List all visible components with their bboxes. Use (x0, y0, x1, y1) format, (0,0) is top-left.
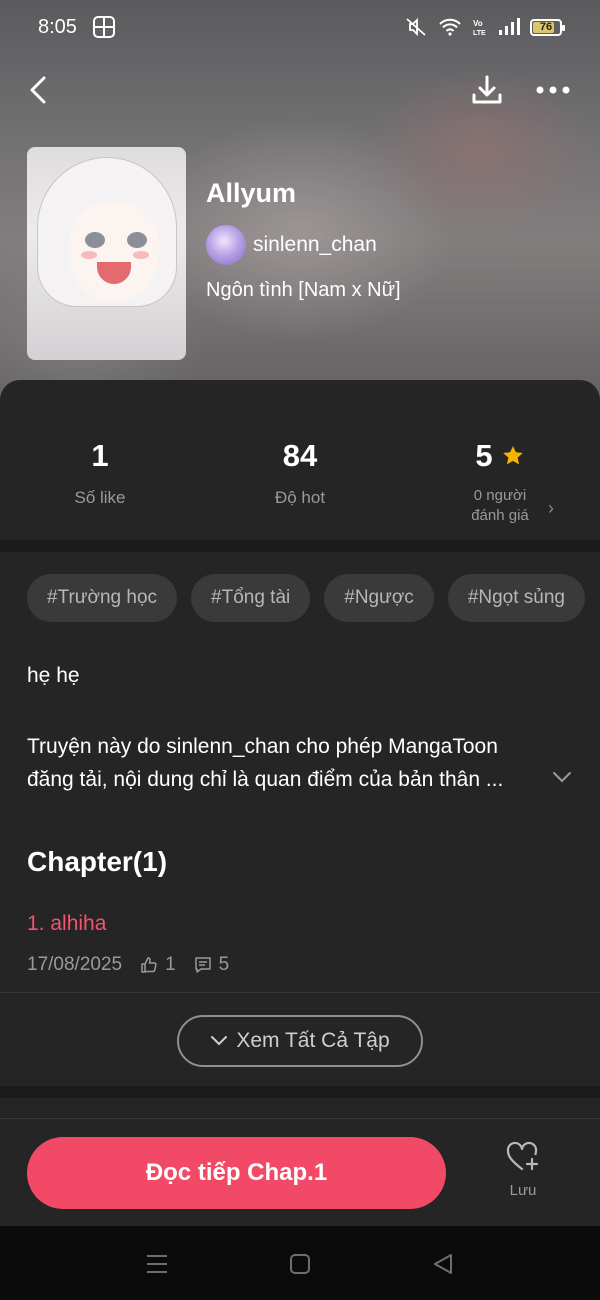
more-icon (536, 86, 570, 94)
menu-icon (147, 1255, 167, 1273)
chapter-link[interactable]: 1. alhiha (27, 912, 106, 936)
tag-chip[interactable]: #Trường học (27, 574, 178, 622)
section-divider (0, 1086, 600, 1098)
battery-level: 76 (539, 21, 553, 33)
thumbs-up-icon (141, 957, 157, 973)
back-button[interactable] (18, 68, 58, 112)
likes-value: 1 (91, 438, 109, 473)
status-time: 8:05 (38, 15, 77, 38)
detail-panel: 1 Số like 84 Độ hot 5 0 người đánh giá ›… (0, 380, 600, 1226)
likes-label: Số like (74, 488, 126, 507)
expand-description-button[interactable] (552, 770, 572, 789)
stat-rating[interactable]: 5 0 người đánh giá (400, 438, 600, 526)
hot-value: 84 (282, 438, 318, 473)
view-all-chapters-button[interactable]: Xem Tất Cả Tập (177, 1015, 423, 1067)
chapter-comments-count: 5 (218, 954, 230, 975)
bottom-bar-separator (0, 1118, 600, 1119)
avatar (206, 225, 246, 265)
tag-chip[interactable]: #Tổng tài (191, 574, 311, 622)
author-link[interactable]: sinlenn_chan (206, 225, 401, 265)
status-bar: 8:05 Vo LTE 76 (0, 0, 600, 54)
notification-grid-icon (92, 16, 115, 38)
chapter-divider (0, 992, 600, 993)
more-button[interactable] (530, 68, 576, 112)
chapter-comments: 5 (194, 954, 230, 976)
save-label: Lưu (509, 1182, 537, 1199)
description-long: Truyện này do sinlenn_chan cho phép Mang… (27, 735, 504, 791)
cover-image[interactable] (27, 147, 186, 360)
chapters-title: Chapter(1) (27, 846, 168, 877)
chapter-likes-count: 1 (165, 954, 176, 975)
chevron-down-icon (553, 772, 571, 783)
tag-chip[interactable]: #Ngọt sủng (447, 574, 585, 622)
continue-reading-button[interactable]: Đọc tiếp Chap.1 (27, 1137, 446, 1209)
chapter-meta: 17/08/2025 1 5 (27, 954, 229, 976)
comment-icon (194, 957, 211, 973)
story-info: Allyum sinlenn_chan Ngôn tình [Nam x Nữ] (206, 178, 401, 302)
home-icon (290, 1254, 310, 1274)
chapter-likes: 1 (140, 954, 176, 976)
save-button[interactable]: Lưu (490, 1140, 556, 1210)
tag-list: #Trường học #Tổng tài #Ngược #Ngọt sủng (27, 574, 585, 622)
rating-count: 0 người (473, 487, 527, 504)
signal-icon (499, 18, 520, 35)
description-short: hẹ hẹ (27, 664, 80, 687)
svg-text:Vo: Vo (473, 19, 483, 28)
volte-icon: Vo LTE (473, 19, 486, 37)
wifi-icon (439, 18, 461, 36)
stats-row: 1 Số like 84 Độ hot 5 0 người đánh giá › (0, 380, 600, 540)
hot-label: Độ hot (274, 488, 326, 507)
chevron-down-icon (211, 1036, 228, 1046)
stat-hot: 84 Độ hot (200, 438, 400, 508)
system-back-button[interactable] (428, 1250, 458, 1278)
tag-chip[interactable]: #Ngược (324, 574, 434, 622)
rating-value: 5 (475, 438, 493, 473)
heart-plus-icon (506, 1141, 539, 1171)
back-triangle-icon (434, 1254, 452, 1274)
stat-likes: 1 Số like (0, 438, 200, 508)
download-button[interactable] (466, 68, 508, 112)
home-button[interactable] (285, 1250, 315, 1278)
chevron-right-icon: › (548, 498, 554, 518)
story-title: Allyum (206, 178, 297, 208)
system-nav-bar (0, 1226, 600, 1300)
section-divider (0, 540, 600, 552)
top-nav (0, 62, 600, 118)
author-name: sinlenn_chan (253, 233, 377, 256)
svg-text:LTE: LTE (473, 30, 486, 37)
rating-caption: đánh giá (471, 507, 529, 524)
battery-icon: 76 (530, 18, 565, 36)
back-icon (30, 76, 46, 104)
story-genre: Ngôn tình [Nam x Nữ] (206, 279, 401, 301)
mute-icon (406, 17, 426, 37)
recent-apps-button[interactable] (142, 1250, 172, 1278)
rating-value-row: 5 (400, 438, 600, 474)
status-icons: Vo LTE 76 (404, 17, 565, 37)
star-icon (502, 446, 523, 465)
download-icon (472, 75, 502, 104)
view-all-label: Xem Tất Cả Tập (236, 1029, 390, 1052)
rating-label: 0 người đánh giá (400, 486, 600, 526)
chapter-date: 17/08/2025 (27, 954, 123, 975)
